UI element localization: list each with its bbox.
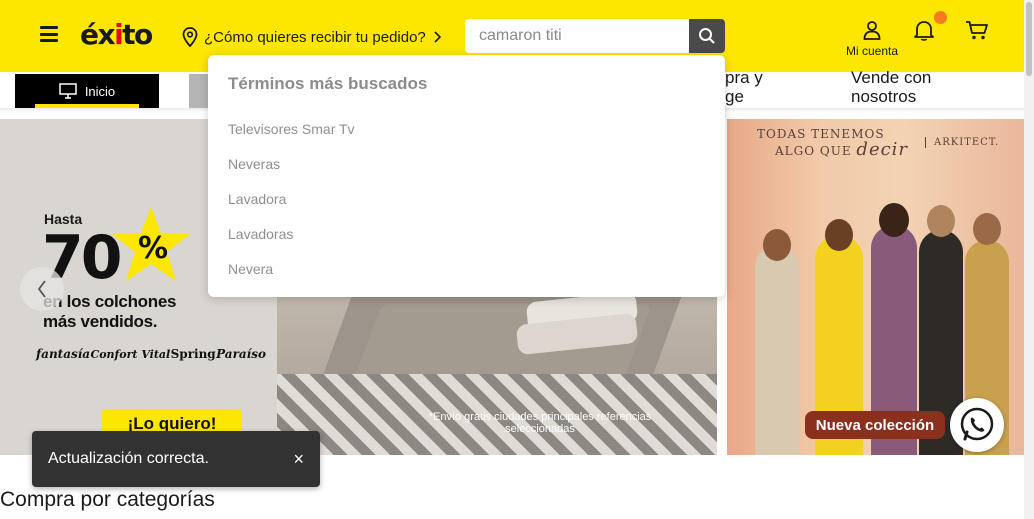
delivery-prompt: ¿Cómo quieres recibir tu pedido?	[204, 28, 426, 46]
toast-message: Actualización correcta.	[48, 450, 209, 467]
suggestion-item[interactable]: Lavadoras	[228, 226, 293, 242]
chevron-right-icon	[434, 31, 441, 43]
whatsapp-icon	[960, 407, 994, 441]
brand-confort-vital: Confort Vital	[90, 347, 171, 361]
chevron-left-icon	[37, 280, 46, 298]
brand-spring: Spring	[170, 347, 216, 361]
model-head	[973, 213, 1001, 245]
new-collection-button[interactable]: Nueva colección	[805, 411, 945, 439]
whatsapp-button[interactable]	[950, 398, 1004, 452]
suggestions-title: Términos más buscados	[228, 74, 428, 93]
nav-link-vende[interactable]: Vende con nosotros	[851, 68, 931, 106]
monitor-icon	[59, 83, 77, 99]
model-head	[927, 205, 955, 237]
location-pin-icon	[182, 27, 198, 47]
shipping-disclaimer: *Envío gratis ciudades principales refer…	[428, 411, 652, 435]
account-button[interactable]: Mi cuenta	[840, 20, 904, 58]
page-scrollbar[interactable]	[1024, 0, 1034, 519]
model-head	[879, 203, 909, 237]
brand-fantasia: fantasía	[36, 347, 91, 361]
search-button[interactable]	[689, 19, 725, 53]
suggestion-item[interactable]: Neveras	[228, 156, 280, 172]
exito-logo[interactable]: éxito	[80, 18, 153, 51]
brand-paraiso: Paraíso	[216, 347, 266, 361]
search-suggestions-dropdown: Términos más buscados Televisores Smar T…	[208, 55, 725, 297]
promo-percent-sign: %	[138, 231, 169, 266]
brand-logos: fantasía Confort Vital Spring Paraíso	[36, 347, 266, 361]
promo-description: en los colchones más vendidos.	[43, 292, 176, 332]
account-label: Mi cuenta	[845, 44, 899, 58]
cart-button[interactable]	[965, 20, 989, 47]
promo-line-2: más vendidos.	[43, 312, 158, 331]
fashion-headline-decir: decir	[856, 139, 909, 160]
nav-link-compra[interactable]: pra y ge	[725, 68, 763, 106]
nav-home-label: Inicio	[84, 83, 116, 99]
search-input[interactable]	[465, 19, 689, 53]
nav-home-tab[interactable]: Inicio	[15, 74, 159, 108]
bell-icon	[914, 21, 934, 41]
model-head	[763, 229, 791, 261]
categories-section-title: Compra por categorías	[0, 488, 215, 511]
suggestion-item[interactable]: Nevera	[228, 261, 273, 277]
delivery-selector[interactable]: ¿Cómo quieres recibir tu pedido?	[182, 27, 442, 47]
suggestion-item[interactable]: Televisores Smar Tv	[228, 121, 355, 137]
scrollbar-thumb[interactable]	[1026, 2, 1032, 76]
search-icon	[699, 28, 715, 44]
cart-icon	[966, 21, 988, 40]
search-bar	[465, 19, 725, 53]
fashion-headline-line2: ALGO QUE	[775, 144, 852, 158]
menu-icon[interactable]	[40, 26, 58, 42]
user-icon	[863, 21, 881, 40]
fashion-headline: TODAS TENEMOS ALGO QUE decir	[757, 127, 908, 159]
arkitect-logo: ARKITECT.	[925, 137, 999, 148]
model-head	[825, 219, 853, 251]
suggestion-item[interactable]: Lavadora	[228, 191, 286, 207]
carousel-prev-button[interactable]	[20, 267, 64, 311]
model-figure	[755, 245, 799, 455]
notification-badge	[934, 11, 947, 24]
toast-notification: Actualización correcta. ×	[32, 431, 320, 487]
close-icon[interactable]: ×	[293, 450, 304, 468]
page: éxito ¿Cómo quieres recibir tu pedido? c…	[0, 0, 1034, 519]
notifications-button[interactable]	[913, 11, 947, 46]
